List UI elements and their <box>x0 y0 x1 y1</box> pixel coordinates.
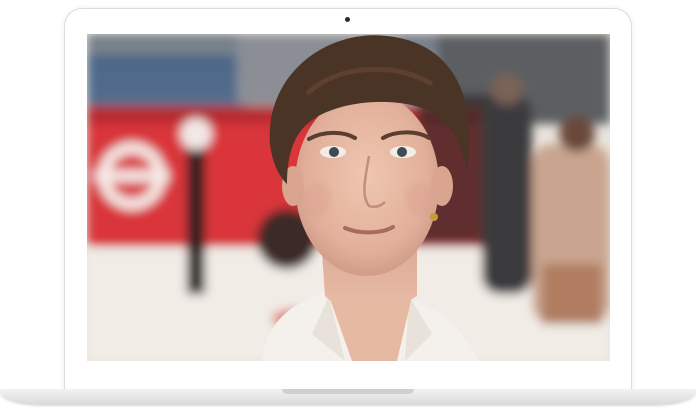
laptop-base-notch <box>282 389 414 394</box>
portrait-photo <box>87 34 610 361</box>
laptop-screen <box>87 34 610 361</box>
laptop-mockup <box>0 0 696 408</box>
webcam-dot <box>345 17 350 22</box>
